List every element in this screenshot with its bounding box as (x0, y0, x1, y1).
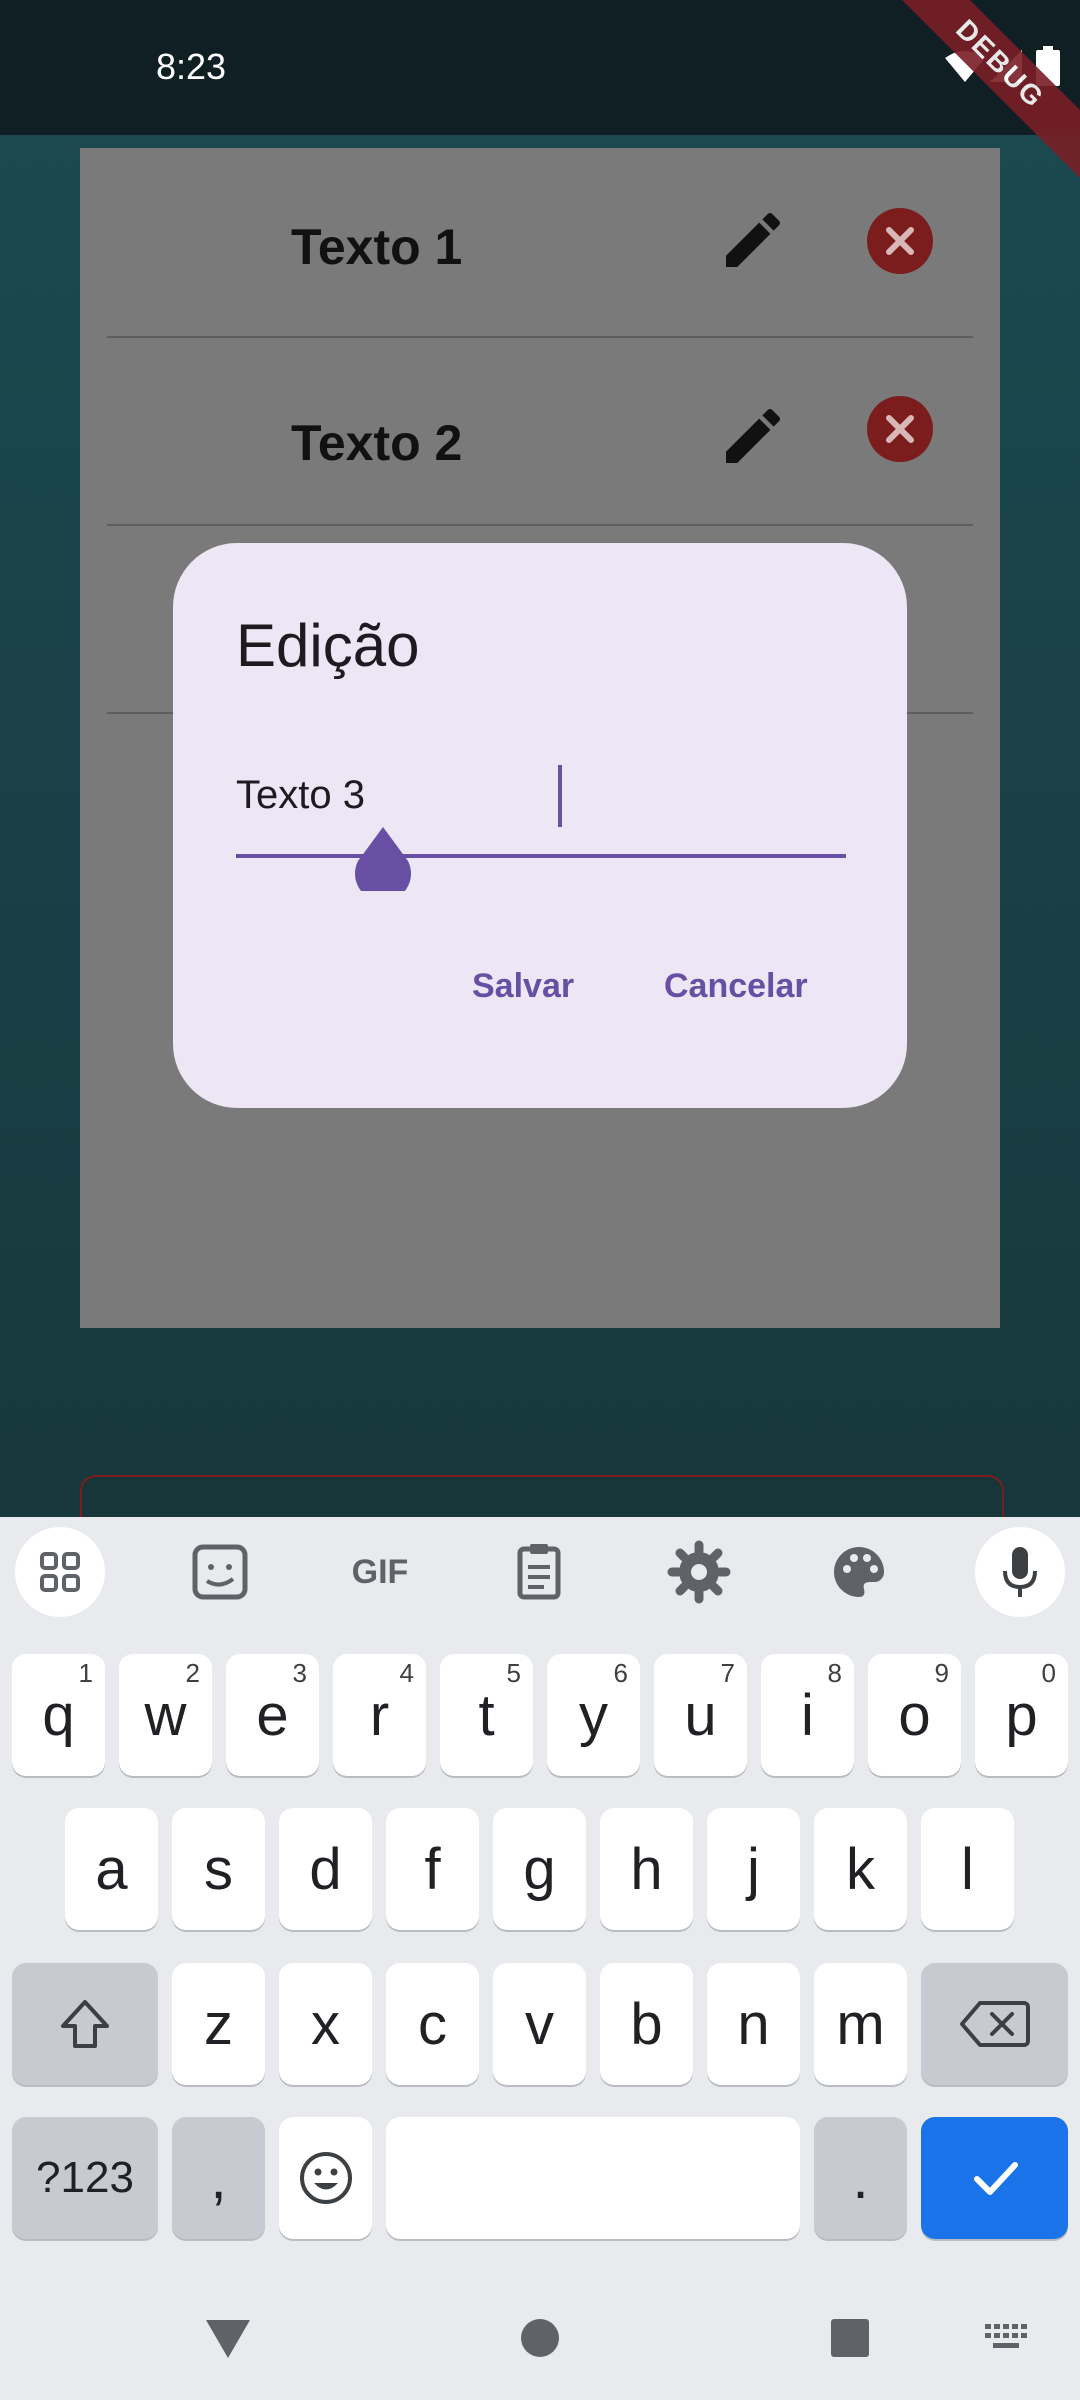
save-button[interactable]: Salvar (472, 967, 574, 1006)
key-o[interactable]: o9 (868, 1654, 961, 1776)
mic-icon (1003, 1547, 1037, 1597)
shift-key[interactable] (12, 1963, 158, 2085)
status-time: 8:23 (156, 46, 227, 87)
key-h[interactable]: h (600, 1808, 693, 1930)
key-e[interactable]: e3 (226, 1654, 319, 1776)
key-k[interactable]: k (814, 1808, 907, 1930)
clipboard-icon[interactable] (494, 1527, 584, 1617)
apps-button[interactable] (15, 1527, 105, 1617)
key-l[interactable]: l (921, 1808, 1014, 1930)
delete-button[interactable] (867, 396, 933, 462)
edit-icon[interactable] (717, 400, 789, 472)
palette-icon[interactable] (814, 1527, 904, 1617)
enter-key[interactable] (921, 2117, 1068, 2239)
key-x[interactable]: x (279, 1963, 372, 2085)
edit-icon[interactable] (717, 204, 789, 276)
sticker-icon[interactable] (175, 1527, 265, 1617)
navigation-bar (0, 2280, 1080, 2400)
key-j[interactable]: j (707, 1808, 800, 1930)
list-item: Texto 2 (107, 336, 973, 526)
keyboard: GIF q1 w2 e3 r4 t5 y6 u7 i8 o9 p0 a s d … (0, 1517, 1080, 2400)
mic-button[interactable] (975, 1527, 1065, 1617)
key-u[interactable]: u7 (654, 1654, 747, 1776)
text-input[interactable]: Texto 3 (236, 773, 365, 818)
key-y[interactable]: y6 (547, 1654, 640, 1776)
cancel-button[interactable]: Cancelar (664, 967, 808, 1006)
list-item: Texto 1 (107, 148, 973, 338)
settings-icon[interactable] (654, 1527, 744, 1617)
home-icon[interactable] (520, 2318, 560, 2358)
key-z[interactable]: z (172, 1963, 265, 2085)
period-key[interactable]: . (814, 2117, 907, 2239)
text-selection-handle[interactable] (354, 827, 412, 891)
emoji-key[interactable] (279, 2117, 372, 2239)
key-v[interactable]: v (493, 1963, 586, 2085)
close-icon (886, 415, 914, 443)
key-t[interactable]: t5 (440, 1654, 533, 1776)
comma-key[interactable]: , (172, 2117, 265, 2239)
shift-icon (61, 2000, 109, 2048)
emoji-icon (299, 2152, 352, 2204)
keyboard-hide-icon[interactable] (985, 2324, 1029, 2352)
key-b[interactable]: b (600, 1963, 693, 2085)
key-m[interactable]: m (814, 1963, 907, 2085)
edit-dialog: Edição Texto 3 Salvar Cancelar (173, 543, 907, 1108)
key-d[interactable]: d (279, 1808, 372, 1930)
backspace-icon (959, 2001, 1030, 2047)
key-c[interactable]: c (386, 1963, 479, 2085)
key-p[interactable]: p0 (975, 1654, 1068, 1776)
status-bar: 8:23 DEBUG (0, 0, 1080, 188)
key-i[interactable]: i8 (761, 1654, 854, 1776)
list-item-title: Texto 2 (291, 415, 463, 471)
recents-icon[interactable] (830, 2318, 870, 2358)
key-n[interactable]: n (707, 1963, 800, 2085)
key-a[interactable]: a (65, 1808, 158, 1930)
key-s[interactable]: s (172, 1808, 265, 1930)
text-cursor (558, 765, 562, 827)
apps-icon (40, 1552, 80, 1592)
symbols-key[interactable]: ?123 (12, 2117, 158, 2239)
backspace-key[interactable] (921, 1963, 1068, 2085)
key-g[interactable]: g (493, 1808, 586, 1930)
check-icon (973, 2162, 1018, 2195)
gif-button[interactable]: GIF (335, 1527, 425, 1617)
input-underline (236, 854, 846, 858)
delete-button[interactable] (867, 208, 933, 274)
key-f[interactable]: f (386, 1808, 479, 1930)
key-q[interactable]: q1 (12, 1654, 105, 1776)
dialog-title: Edição (236, 612, 420, 679)
close-icon (886, 227, 914, 255)
back-icon[interactable] (204, 2316, 252, 2360)
key-r[interactable]: r4 (333, 1654, 426, 1776)
space-key[interactable] (386, 2117, 800, 2239)
key-w[interactable]: w2 (119, 1654, 212, 1776)
list-item-title: Texto 1 (291, 219, 463, 275)
